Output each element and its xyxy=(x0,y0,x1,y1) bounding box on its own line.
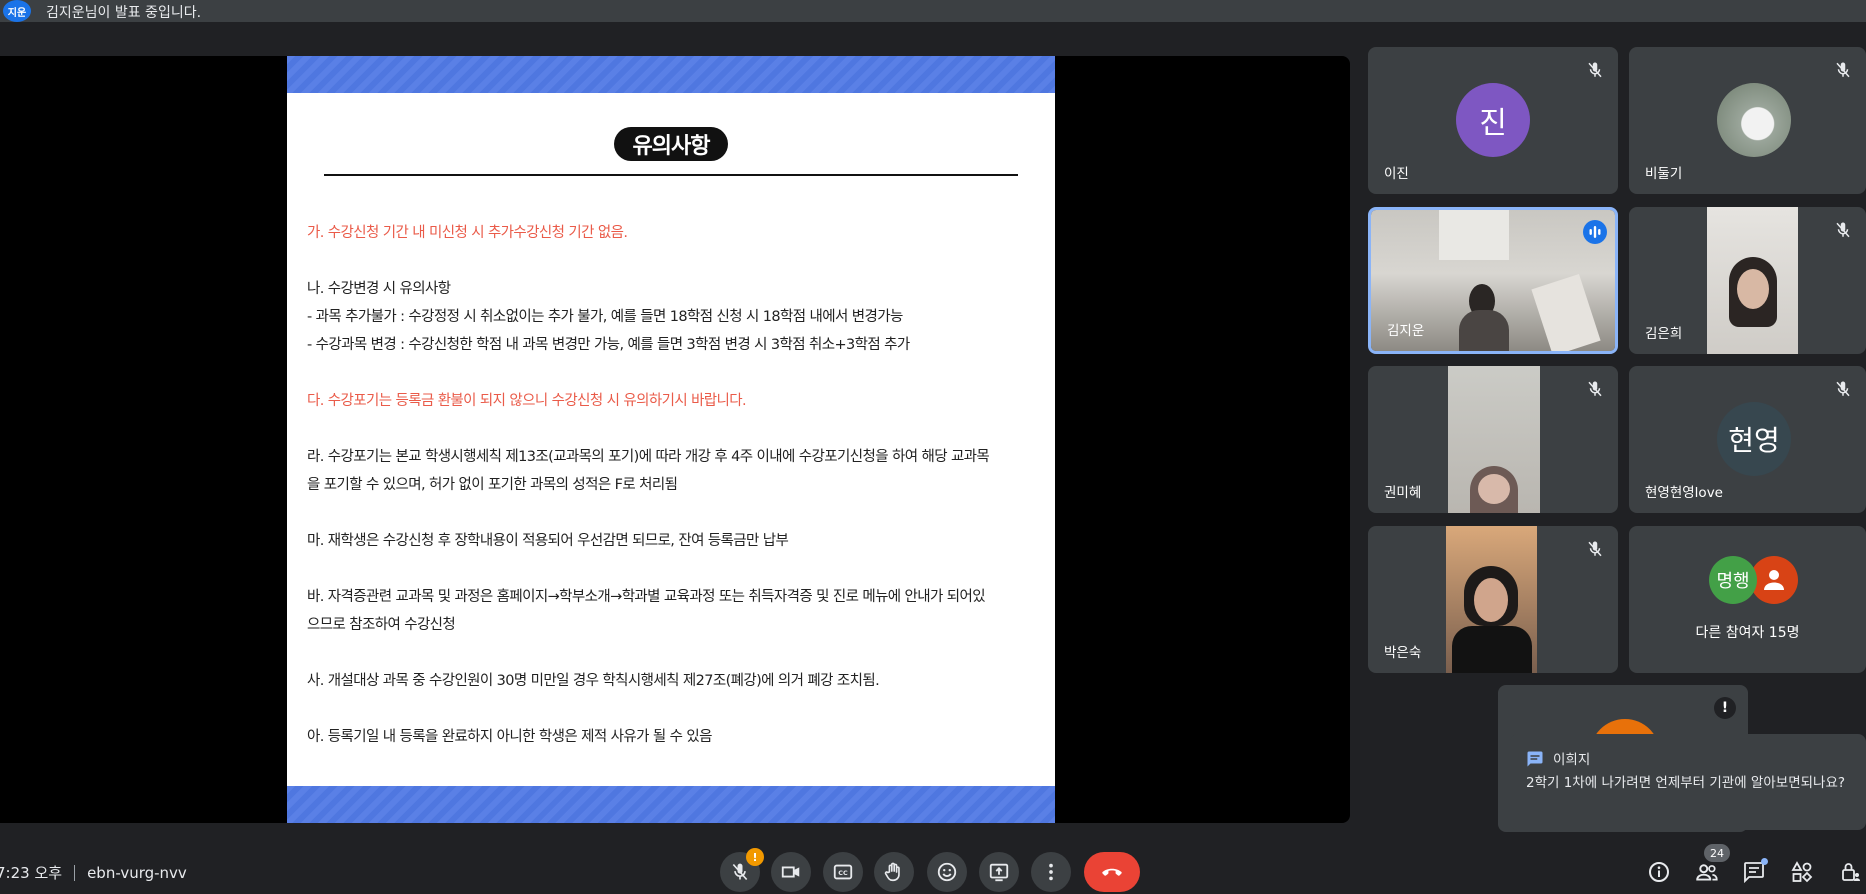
slide-text-line: 으므로 참조하여 수강신청 xyxy=(307,617,456,633)
slide-text-line: 아. 등록기일 내 등록을 완료하지 아니한 학생은 제적 사유가 될 수 있음 xyxy=(307,729,712,745)
mic-off-icon xyxy=(732,863,748,881)
microphone-button[interactable]: ! xyxy=(720,848,764,892)
slide-text-line: 라. 수강포기는 본교 학생시행세칙 제13조(교과목의 포기)에 따라 개강 … xyxy=(307,449,990,465)
other-participants-label: 다른 참여자 15명 xyxy=(1695,625,1800,641)
slide-bottom-band xyxy=(287,786,1055,823)
divider xyxy=(74,864,76,881)
raise-hand-button[interactable] xyxy=(874,852,914,892)
chat-icon xyxy=(1527,751,1543,767)
avatar: 현영 xyxy=(1717,402,1791,476)
meet-window: 지운 김지운님이 발표 중입니다. 유의사항 가. 수강신청 기간 내 미신청 … xyxy=(0,0,1866,894)
slide-divider xyxy=(324,174,1018,176)
participant-name: 권미혜 xyxy=(1384,485,1422,501)
slide-text-line: 가. 수강신청 기간 내 미신청 시 추가수강신청 기간 없음. xyxy=(307,225,628,241)
mic-off-icon xyxy=(1836,222,1850,238)
host-controls-button[interactable] xyxy=(1836,858,1864,886)
person-icon xyxy=(1750,556,1798,604)
slide-text-line: 을 포기할 수 있으며, 허가 없이 포기한 과목의 성적은 F로 처리됨 xyxy=(307,477,678,493)
presenter-avatar: 지운 xyxy=(3,0,31,22)
participant-tile-김지운[interactable]: 김지운 xyxy=(1368,207,1618,354)
presenting-text: 김지운님이 발표 중입니다. xyxy=(46,5,202,21)
slide-text-line: - 과목 추가불가 : 수강정정 시 취소없이는 추가 불가, 예를 들면 18… xyxy=(307,309,903,325)
participant-name: 현영현영love xyxy=(1645,485,1723,501)
participant-tile-비둘기[interactable]: 비둘기 xyxy=(1629,47,1866,194)
unread-dot xyxy=(1761,858,1768,865)
more-options-button[interactable] xyxy=(1031,852,1071,892)
video-camera-icon xyxy=(781,866,800,878)
participant-tile-현영현영love[interactable]: 현영 현영현영love xyxy=(1629,366,1866,513)
participant-tile-박은숙[interactable]: 박은숙 xyxy=(1368,526,1618,673)
mic-off-icon xyxy=(1836,381,1850,397)
slide-text-line: 마. 재학생은 수강신청 후 장학내용이 적용되어 우선감면 되므로, 잔여 등… xyxy=(307,533,789,549)
meeting-code: ebn-vurg-nvv xyxy=(87,863,187,882)
captions-button[interactable]: CC xyxy=(823,852,863,892)
activities-button[interactable] xyxy=(1788,858,1816,886)
avatar xyxy=(1717,83,1791,157)
emoji-icon xyxy=(937,862,957,882)
other-participants-tile[interactable]: 명행 다른 참여자 15명 xyxy=(1629,526,1866,673)
svg-text:CC: CC xyxy=(838,869,848,877)
meeting-details: 7:23 오후 ebn-vurg-nvv xyxy=(0,862,187,883)
slide-text-line: 다. 수강포기는 등록금 환불이 되지 않으니 수강신청 시 유의하기시 바랍니… xyxy=(307,393,747,409)
chat-notification[interactable]: 이희지 2학기 1차에 나가려면 언제부터 기관에 알아보면되나요? xyxy=(1510,734,1866,830)
mic-off-icon xyxy=(1588,541,1602,557)
info-icon xyxy=(1649,862,1669,882)
chat-sender: 이희지 xyxy=(1553,752,1591,768)
participant-video xyxy=(1707,207,1798,354)
mic-off-icon xyxy=(1588,62,1602,78)
present-button[interactable] xyxy=(979,852,1019,892)
participant-name: 김은희 xyxy=(1645,326,1683,342)
participant-name: 이진 xyxy=(1384,166,1409,182)
shared-slide: 유의사항 가. 수강신청 기간 내 미신청 시 추가수강신청 기간 없음. 나. … xyxy=(287,56,1055,823)
emoji-button[interactable] xyxy=(927,852,967,892)
presenting-banner: 지운 김지운님이 발표 중입니다. xyxy=(0,0,1866,22)
hang-up-icon xyxy=(1102,868,1122,876)
speaking-indicator-icon xyxy=(1583,220,1607,244)
slide-text-line: 사. 개설대상 과목 중 수강인원이 30명 미만일 경우 학칙시행세칙 제27… xyxy=(307,673,880,689)
present-screen-icon xyxy=(989,863,1009,882)
participant-tile-김은희[interactable]: 김은희 xyxy=(1629,207,1866,354)
meeting-details-button[interactable] xyxy=(1645,858,1673,886)
camera-button[interactable] xyxy=(771,852,811,892)
leave-call-button[interactable] xyxy=(1084,852,1140,892)
participant-name: 김지운 xyxy=(1387,323,1425,339)
slide-text-line: 나. 수강변경 시 유의사항 xyxy=(307,281,451,297)
alert-icon[interactable]: ! xyxy=(1714,697,1736,719)
people-icon xyxy=(1696,864,1718,881)
participant-video xyxy=(1448,366,1540,513)
avatar: 명행 xyxy=(1709,556,1757,604)
slide-text-line: 바. 자격증관련 교과목 및 과정은 홈페이지→학부소개→학과별 교육과정 또는… xyxy=(307,589,986,605)
mic-off-icon xyxy=(1588,381,1602,397)
slide-text-line: - 수강과목 변경 : 수강신청한 학점 내 과목 변경만 가능, 예를 들면 … xyxy=(307,337,910,353)
participant-count-badge: 24 xyxy=(1704,844,1730,862)
participant-name: 박은숙 xyxy=(1384,645,1422,661)
chat-button[interactable] xyxy=(1740,858,1768,886)
captions-icon: CC xyxy=(833,864,853,880)
slide-top-band xyxy=(287,56,1055,93)
mic-off-icon xyxy=(1836,62,1850,78)
lock-person-icon xyxy=(1842,863,1860,881)
clock-time: 7:23 오후 xyxy=(0,864,63,882)
participant-video xyxy=(1446,526,1537,673)
avatar: 진 xyxy=(1456,83,1530,157)
warning-badge: ! xyxy=(746,848,764,866)
activities-icon xyxy=(1791,861,1813,883)
hand-icon xyxy=(884,862,900,882)
participant-name: 비둘기 xyxy=(1645,166,1683,182)
participant-tile-권미혜[interactable]: 권미혜 xyxy=(1368,366,1618,513)
people-button[interactable]: 24 xyxy=(1693,844,1730,886)
participant-tile-이진[interactable]: 진 이진 xyxy=(1368,47,1618,194)
chat-message: 2학기 1차에 나가려면 언제부터 기관에 알아보면되나요? xyxy=(1526,775,1846,791)
presentation-stage[interactable]: 유의사항 가. 수강신청 기간 내 미신청 시 추가수강신청 기간 없음. 나. … xyxy=(0,56,1350,823)
more-vert-icon xyxy=(1049,863,1053,881)
slide-title: 유의사항 xyxy=(614,127,728,161)
